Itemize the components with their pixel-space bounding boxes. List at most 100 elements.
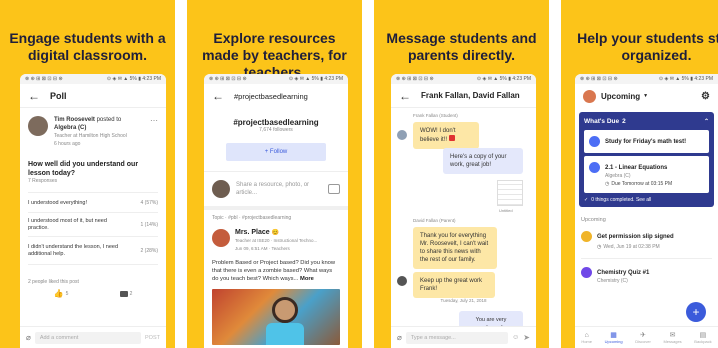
author-name[interactable]: Tim Roosevelt [54,117,95,123]
post-card: Topic · #pbl · #projectbasedlearning Mrs… [204,210,348,348]
post-topic[interactable]: Topic · #pbl · #projectbasedlearning [212,215,340,221]
app-bar: ← #projectbasedlearning [204,84,348,108]
add-fab[interactable]: + [686,302,706,322]
student-shirt [266,323,304,345]
status-bar: ⊗ ⊕ ⊞ ⊠ ⊡ ⊟ ⊛ ⊙ ◈ ✉ ▲ 5% ▮ 4:23 PM [20,74,166,84]
task-title: Study for Friday's math test! [605,138,687,145]
message-bubble: Keep up the great work Frank! [413,272,495,298]
nav-discover[interactable]: ✈ Discover [635,331,651,344]
emoji-icon[interactable]: ☺ [512,334,519,341]
author-name[interactable]: Mrs. Place [235,229,270,236]
back-arrow-icon[interactable]: ← [399,89,411,103]
phone-frame: ⊗ ⊕ ⊞ ⊠ ⊡ ⊟ ⊛ ⊙ ◈ ✉ ▲ 5% ▮ 4:23 PM ← Fra… [391,74,536,348]
camera-icon[interactable] [328,184,340,194]
post-button[interactable]: POST [145,335,160,341]
avatar [212,180,230,198]
file-thumbnail[interactable] [497,180,523,206]
poll-question: How well did you understand our lesson t… [28,161,139,177]
file-name: Untitled [499,208,513,213]
task-due: Due Tomorrow at 03:15 PM [611,181,673,187]
task-item[interactable]: Study for Friday's math test! [584,130,709,153]
like-count: 5 [65,290,69,297]
more-options-icon[interactable]: ⋯ [150,116,158,125]
check-icon: ✓ [584,197,589,203]
app-bar: ← Frank Fallan, David Fallan [391,84,536,108]
promo-panel-4: Help your students stay organized. ⊗ ⊕ ⊞… [561,0,718,348]
task-item[interactable]: 2.1 - Linear Equations Algebra (C) ◷ Due … [584,156,709,193]
hashtag-header: #projectbasedlearning 7,674 followers + … [204,108,348,161]
chevron-down-icon[interactable]: ▼ [643,93,648,99]
nav-backpack[interactable]: ▤ Backpack [694,331,711,344]
comment-bar: ⌀ Add a comment POST [20,326,166,348]
message-input[interactable]: Type a message... [405,331,509,344]
post-photo [212,289,340,345]
more-link[interactable]: More [300,276,314,282]
status-icons-right: ⊙ ◈ ✉ ▲ 5% ▮ 4:23 PM [476,76,531,82]
sender-label: David Fallan (Parent) [413,218,456,223]
item-class: Chemistry (C) [597,278,628,284]
back-arrow-icon[interactable]: ← [28,89,40,103]
phone-frame: ⊗ ⊕ ⊞ ⊠ ⊡ ⊟ ⊛ ⊙ ◈ ✉ ▲ 5% ▮ 4:23 PM Upcom… [575,74,718,348]
promo-panel-1: Engage students with a digital classroom… [0,0,175,348]
share-box[interactable]: Share a resource, photo, or article... [204,171,348,210]
comment-icon [119,290,128,297]
gear-icon[interactable]: ⚙ [701,91,710,102]
section-heading: Upcoming [581,217,606,223]
completed-link[interactable]: 0 things completed. See all [591,197,651,203]
whats-due-card: What's Due 2 ⌃ Study for Friday's math t… [579,112,714,207]
page-title[interactable]: Upcoming [601,92,640,101]
status-bar: ⊗ ⊕ ⊞ ⊠ ⊡ ⊟ ⊛ ⊙ ◈ ✉ ▲ 5% ▮ 4:23 PM [204,74,348,84]
whats-due-label: What's Due [584,118,620,125]
bottom-nav: ⌂ Home ▦ Upcoming ✈ Discover ✉ Messages ▤ Bac… [575,326,718,348]
clock-icon: ◷ [605,181,610,187]
like-button[interactable]: 👍 5 [54,289,69,298]
upcoming-item[interactable]: Get permission slip signed ◷ Wed, Jun 19 … [581,231,712,259]
chevron-up-icon[interactable]: ⌃ [704,118,709,125]
phone-frame: ⊗ ⊕ ⊞ ⊠ ⊡ ⊟ ⊛ ⊙ ◈ ✉ ▲ 5% ▮ 4:23 PM ← Pol… [20,74,166,348]
poll-responses: 7 Responses [28,178,58,184]
attachment-icon[interactable]: ⌀ [397,333,402,342]
poll-option[interactable]: I understood everything! 4 (57%) [28,193,158,213]
follow-button[interactable]: + Follow [226,143,326,161]
back-arrow-icon[interactable]: ← [212,89,224,103]
avatar [397,276,407,286]
smile-icon: 😊 [271,230,280,236]
panel-caption: Message students and parents directly. [386,30,537,63]
post-card: Tim Roosevelt posted to Algebra (C) Teac… [20,108,166,298]
class-link[interactable]: Algebra (C) [54,124,127,132]
poll-option-value: 2 (28%) [140,247,158,254]
comment-input[interactable]: Add a comment [34,331,142,344]
gift-icon [448,135,455,141]
sender-label: Frank Fallan (Student) [413,113,458,118]
author-meta: Teacher at ISE20 · Instructional Techno.… [235,238,318,243]
nav-home[interactable]: ⌂ Home [581,332,592,344]
attachment-icon[interactable]: ⌀ [26,333,31,342]
home-icon: ⌂ [584,331,589,339]
rocket-icon: ✈ [640,332,646,339]
nav-upcoming[interactable]: ▦ Upcoming [605,331,623,344]
send-icon[interactable]: ➤ [523,333,530,342]
status-bar: ⊗ ⊕ ⊞ ⊠ ⊡ ⊟ ⊛ ⊙ ◈ ✉ ▲ 5% ▮ 4:23 PM [575,74,718,84]
page-title: Poll [50,90,67,101]
poll-option-value: 4 (57%) [140,199,158,206]
calendar-icon: ▦ [610,332,617,339]
teacher-at: Teacher at Hamilton High School [54,133,127,139]
avatar [212,229,230,247]
nav-messages[interactable]: ✉ Messages [663,331,681,344]
share-input[interactable]: Share a resource, photo, or article... [236,181,328,197]
avatar[interactable] [583,89,596,103]
post-body: Problem Based or Project based? Did you … [212,260,336,282]
app-bar: Upcoming ▼ ⚙ [575,84,718,108]
poll-option-label: I understood most of it, but need practi… [28,217,107,231]
poll-option-label: I understood everything! [28,199,88,206]
poll-option[interactable]: I didn't understand the lesson, I need a… [28,237,158,265]
clock-icon: ◷ [597,244,602,250]
poll-option[interactable]: I understood most of it, but need practi… [28,213,158,237]
message-compose-bar: ⌀ Type a message... ☺ ➤ [391,326,536,348]
student-figure [272,297,298,323]
post-time: 6 hours ago [54,141,81,147]
upcoming-item[interactable]: Chemistry Quiz #1 Chemistry (C) [581,267,712,284]
page-title: Frank Fallan, David Fallan [421,91,520,100]
comment-button[interactable]: 2 [119,290,133,297]
comment-count: 2 [129,290,133,297]
